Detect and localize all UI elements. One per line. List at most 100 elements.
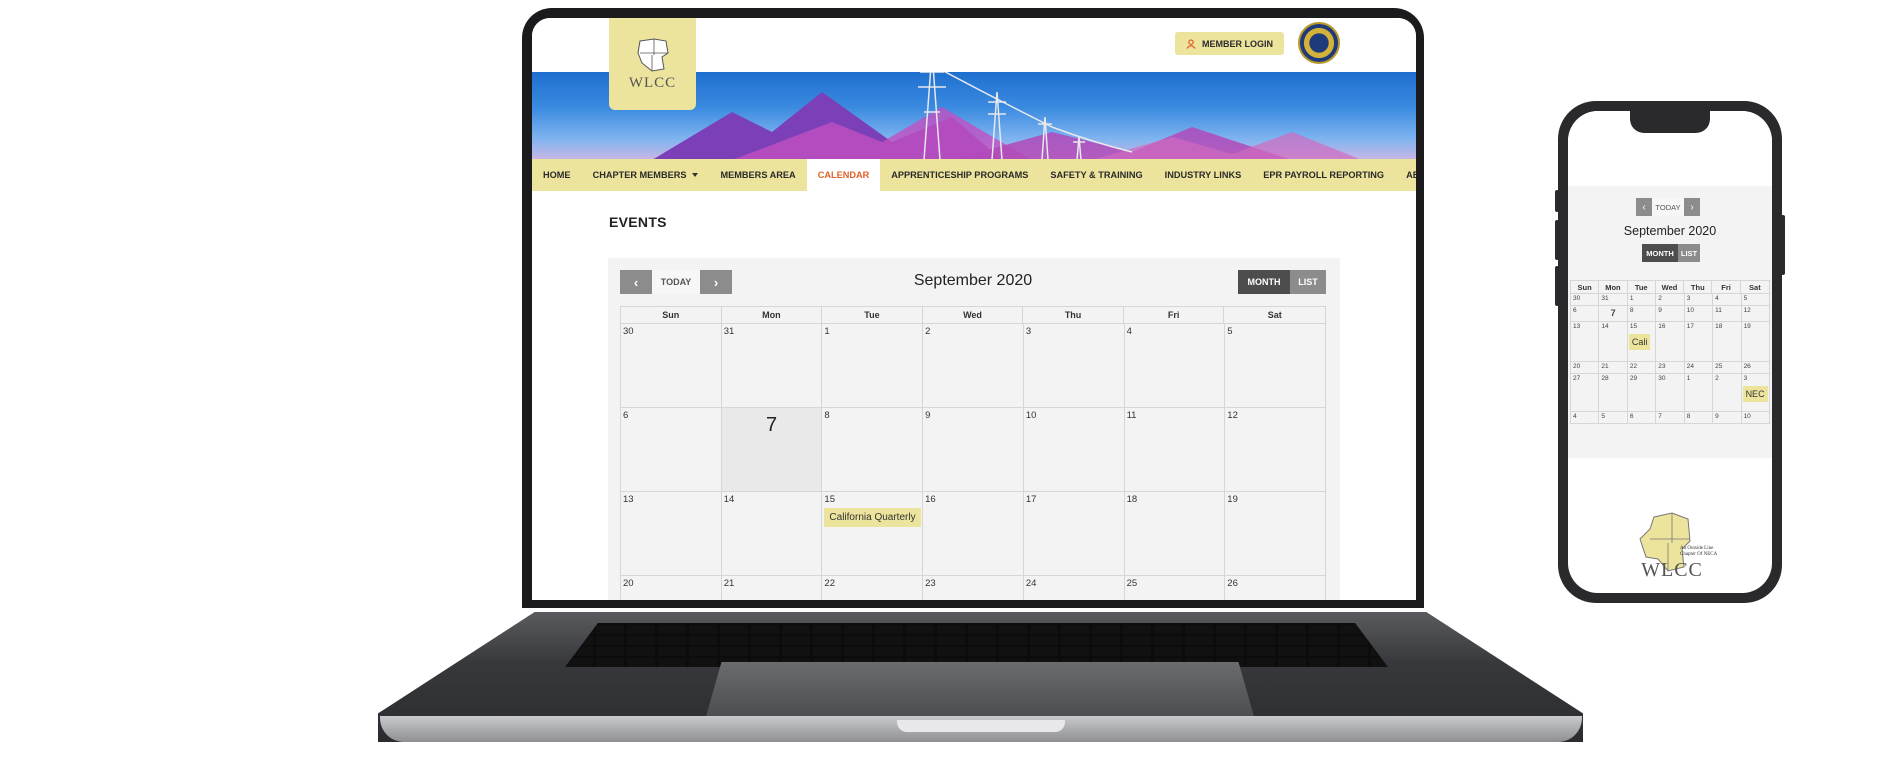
- phone-calendar-day[interactable]: 5: [1599, 412, 1628, 424]
- member-login-button[interactable]: MEMBER LOGIN: [1175, 32, 1284, 55]
- phone-calendar-day[interactable]: 29: [1627, 374, 1657, 412]
- nav-industry-links[interactable]: INDUSTRY LINKS: [1154, 159, 1253, 191]
- phone-calendar-day[interactable]: 20: [1571, 362, 1600, 374]
- calendar-day[interactable]: 31: [721, 324, 823, 408]
- calendar-day[interactable]: 16: [923, 492, 1024, 576]
- nav-safety-training[interactable]: SAFETY & TRAINING: [1039, 159, 1153, 191]
- phone-calendar-day[interactable]: 27: [1571, 374, 1600, 412]
- nav-about-us[interactable]: ABOUT US: [1395, 159, 1416, 191]
- phone-calendar-day-today[interactable]: 7: [1599, 306, 1628, 322]
- phone-calendar-day[interactable]: 4: [1571, 412, 1600, 424]
- calendar-day[interactable]: 4: [1124, 324, 1226, 408]
- day-number: 15: [824, 494, 835, 505]
- phone-calendar-day[interactable]: 25: [1713, 362, 1742, 374]
- calendar-day[interactable]: 11: [1124, 408, 1226, 492]
- calendar-day[interactable]: 2: [923, 324, 1024, 408]
- phone-calendar-day[interactable]: 5: [1741, 294, 1770, 306]
- phone-calendar-day[interactable]: 30: [1571, 294, 1600, 306]
- phone-calendar-day[interactable]: 19: [1741, 322, 1770, 362]
- calendar-day[interactable]: 14: [721, 492, 823, 576]
- phone-calendar-day[interactable]: 28: [1599, 374, 1628, 412]
- phone-calendar-day[interactable]: 30: [1656, 374, 1685, 412]
- nav-members-area[interactable]: MEMBERS AREA: [709, 159, 806, 191]
- calendar-day[interactable]: 12: [1225, 408, 1326, 492]
- nav-apprenticeship-programs[interactable]: APPRENTICESHIP PROGRAMS: [880, 159, 1039, 191]
- phone-calendar-day[interactable]: 6: [1627, 412, 1657, 424]
- phone-calendar-day[interactable]: 10: [1741, 412, 1770, 424]
- phone-calendar-day[interactable]: 18: [1713, 322, 1742, 362]
- nav-chapter-members[interactable]: CHAPTER MEMBERS: [582, 159, 710, 191]
- calendar-day[interactable]: 5: [1225, 324, 1326, 408]
- phone-calendar-day[interactable]: 23: [1656, 362, 1685, 374]
- calendar-day[interactable]: 18: [1124, 492, 1226, 576]
- phone-calendar-day[interactable]: 22: [1627, 362, 1657, 374]
- calendar-day[interactable]: 17: [1023, 492, 1125, 576]
- phone-notch: [1630, 111, 1710, 133]
- phone-calendar-day[interactable]: 16: [1656, 322, 1685, 362]
- calendar-day[interactable]: 20: [621, 576, 722, 600]
- nav-calendar[interactable]: CALENDAR: [806, 159, 881, 191]
- calendar-day[interactable]: 19: [1225, 492, 1326, 576]
- phone-calendar-day[interactable]: 14: [1599, 322, 1628, 362]
- phone-calendar-day[interactable]: 4: [1713, 294, 1742, 306]
- phone-event-nec[interactable]: NEC: [1742, 386, 1768, 402]
- today-button[interactable]: TODAY: [652, 270, 700, 294]
- month-view-button[interactable]: MONTH: [1238, 270, 1290, 294]
- calendar-day[interactable]: 10: [1023, 408, 1125, 492]
- phone-list-view-button[interactable]: LIST: [1678, 244, 1700, 262]
- event-california-quarterly[interactable]: California Quarterly: [824, 508, 921, 527]
- phone-calendar-day[interactable]: 21: [1599, 362, 1628, 374]
- calendar-day[interactable]: 21: [722, 576, 823, 600]
- phone-calendar-day[interactable]: 6: [1571, 306, 1600, 322]
- calendar-day[interactable]: 9: [923, 408, 1024, 492]
- phone-calendar-day[interactable]: 9: [1656, 306, 1685, 322]
- phone-month-view-button[interactable]: MONTH: [1642, 244, 1678, 262]
- calendar-day[interactable]: 3: [1023, 324, 1125, 408]
- calendar-day[interactable]: 25: [1125, 576, 1226, 600]
- calendar-day[interactable]: 1: [822, 324, 924, 408]
- calendar-day[interactable]: 24: [1024, 576, 1125, 600]
- phone-calendar-day[interactable]: 2: [1713, 374, 1742, 412]
- phone-calendar-day[interactable]: 24: [1684, 362, 1714, 374]
- phone-calendar-day[interactable]: 13: [1571, 322, 1600, 362]
- phone-calendar-day[interactable]: 12: [1741, 306, 1770, 322]
- phone-calendar-day[interactable]: 8: [1627, 306, 1657, 322]
- calendar-day[interactable]: 15 California Quarterly: [822, 492, 924, 576]
- phone-calendar-day[interactable]: 17: [1684, 322, 1714, 362]
- nav-home[interactable]: HOME: [532, 159, 582, 191]
- laptop-hinge-notch: [897, 720, 1065, 732]
- calendar-day[interactable]: 8: [822, 408, 924, 492]
- calendar-week: 13 14 15 California Quarterly 16 17 18 1…: [620, 492, 1326, 576]
- site-logo[interactable]: WLCC: [609, 18, 696, 110]
- weekday-header: Sun Mon Tue Wed Thu Fri Sat: [620, 306, 1326, 324]
- phone-next-month-button[interactable]: ›: [1684, 198, 1700, 216]
- phone-calendar-day[interactable]: 7: [1656, 412, 1685, 424]
- calendar-day[interactable]: 6: [621, 408, 722, 492]
- phone-calendar-day[interactable]: 8: [1684, 412, 1714, 424]
- phone-calendar-day[interactable]: 9: [1713, 412, 1742, 424]
- phone-today-button[interactable]: TODAY: [1652, 198, 1684, 216]
- phone-calendar-day[interactable]: 11: [1713, 306, 1742, 322]
- phone-event-cali[interactable]: Cali: [1628, 334, 1651, 350]
- phone-calendar-day[interactable]: 31: [1599, 294, 1628, 306]
- calendar-day[interactable]: 22: [822, 576, 924, 600]
- calendar-day[interactable]: 23: [923, 576, 1024, 600]
- phone-calendar-day[interactable]: 1: [1684, 374, 1714, 412]
- phone-calendar-day[interactable]: 3 NEC: [1741, 374, 1770, 412]
- prev-month-button[interactable]: ‹: [620, 270, 652, 294]
- phone-calendar-day[interactable]: 10: [1684, 306, 1714, 322]
- calendar-day[interactable]: 30: [621, 324, 722, 408]
- phone-calendar-day[interactable]: 2: [1656, 294, 1685, 306]
- calendar-day[interactable]: 26: [1225, 576, 1326, 600]
- phone-calendar-day[interactable]: 3: [1684, 294, 1714, 306]
- phone-calendar-day[interactable]: 26: [1741, 362, 1770, 374]
- calendar-day[interactable]: 13: [621, 492, 722, 576]
- phone-prev-month-button[interactable]: ‹: [1636, 198, 1652, 216]
- phone-calendar-day[interactable]: 15 Cali: [1627, 322, 1657, 362]
- list-view-button[interactable]: LIST: [1290, 270, 1326, 294]
- calendar-day-today[interactable]: 7: [721, 408, 823, 492]
- nav-epr-payroll-reporting[interactable]: EPR PAYROLL REPORTING: [1252, 159, 1395, 191]
- nav-chapter-members-label: CHAPTER MEMBERS: [592, 170, 687, 180]
- phone-calendar-day[interactable]: 1: [1627, 294, 1657, 306]
- next-month-button[interactable]: ›: [700, 270, 732, 294]
